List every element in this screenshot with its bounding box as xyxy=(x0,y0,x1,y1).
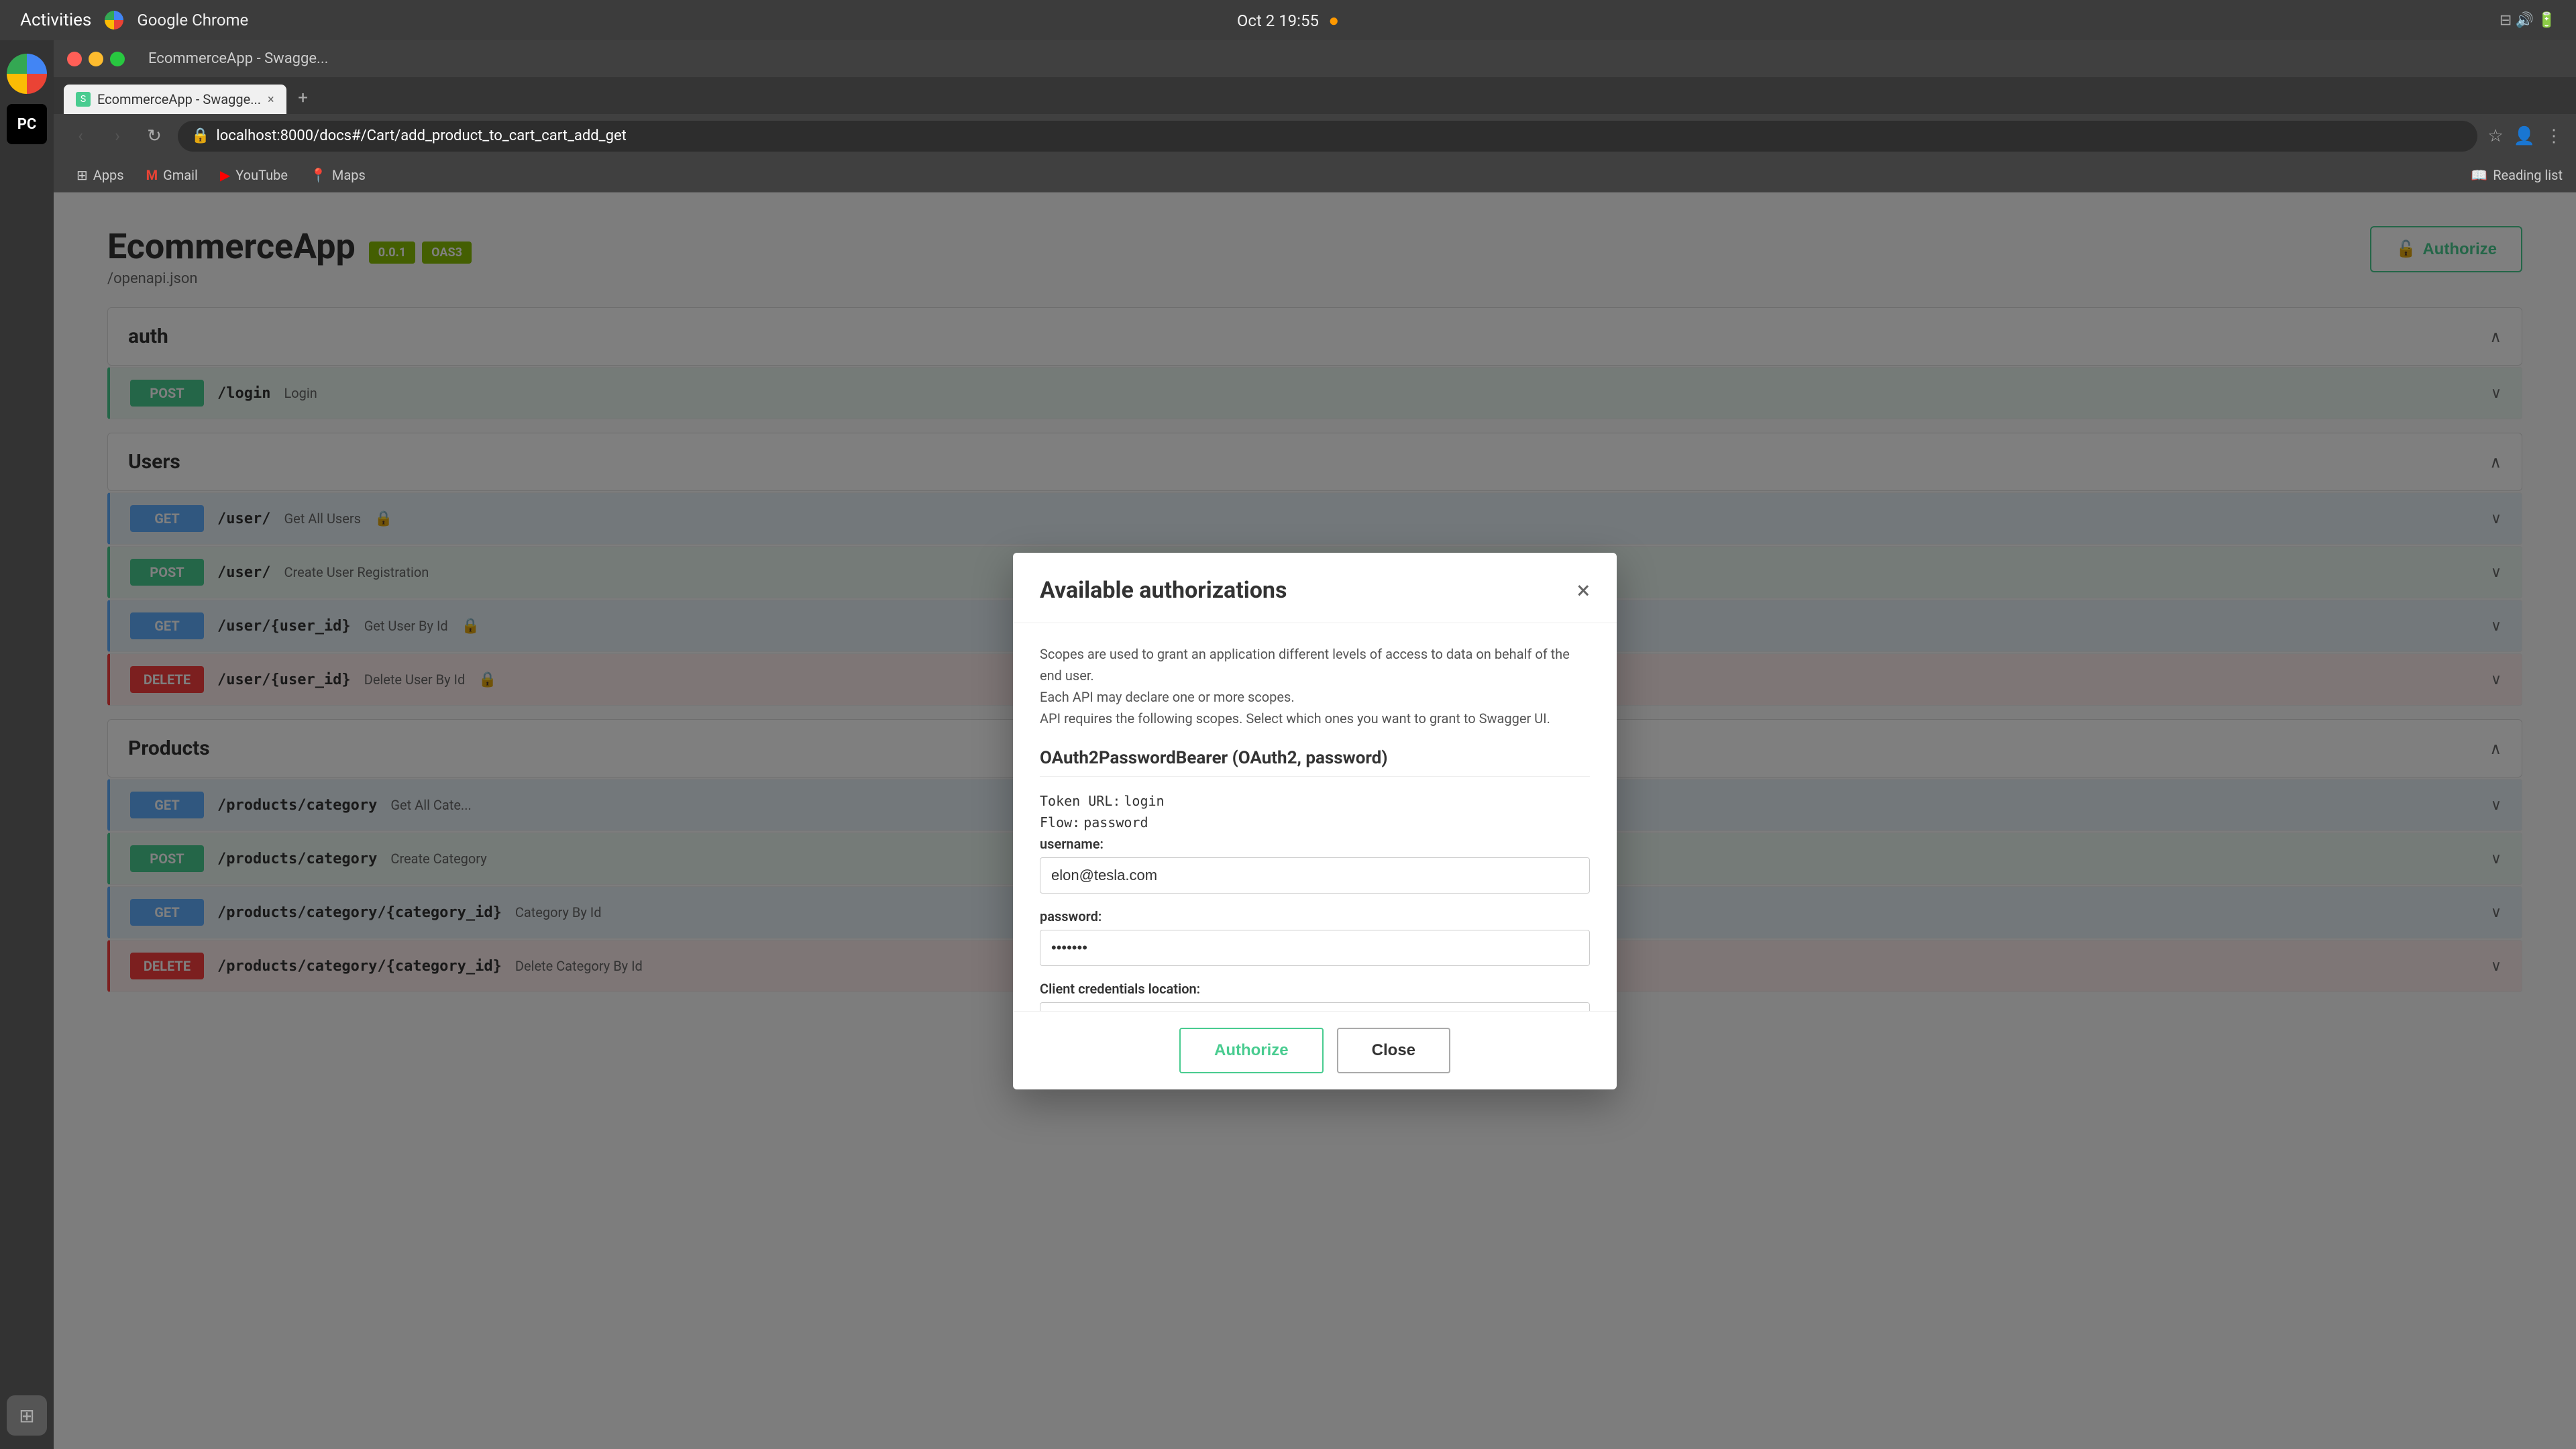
youtube-icon: ▶ xyxy=(220,167,230,183)
reading-list-label: Reading list xyxy=(2493,167,2563,183)
password-row: password: xyxy=(1040,908,1590,966)
dock-grid[interactable]: ⊞ xyxy=(7,1395,47,1436)
browser-titlebar: EcommerceApp - Swagge... xyxy=(54,40,2576,77)
nav-bar: ‹ › ↻ 🔒 localhost:8000/docs#/Cart/add_pr… xyxy=(54,114,2576,158)
bookmark-maps[interactable]: 📍 Maps xyxy=(301,163,375,187)
window-maximize[interactable] xyxy=(110,52,125,66)
new-tab-btn[interactable]: + xyxy=(290,85,317,111)
maps-label: Maps xyxy=(332,167,366,183)
lock-icon: 🔒 xyxy=(191,127,209,144)
reading-list[interactable]: 📖 Reading list xyxy=(2471,167,2563,183)
modal-overlay[interactable]: Available authorizations × Scopes are us… xyxy=(54,193,2576,1449)
sys-tray: ⊟ 🔊 🔋 xyxy=(2500,12,2556,29)
nav-actions: ☆ 👤 ⋮ xyxy=(2487,126,2563,146)
maps-icon: 📍 xyxy=(310,167,327,183)
modal-authorize-btn[interactable]: Authorize xyxy=(1179,1028,1324,1073)
dock-pycharm[interactable]: PC xyxy=(7,104,47,144)
flow-row: Flow: password xyxy=(1040,814,1590,830)
auth-section-title: OAuth2PasswordBearer (OAuth2, password) xyxy=(1040,748,1590,777)
auth-modal: Available authorizations × Scopes are us… xyxy=(1013,553,1617,1089)
apps-label: Apps xyxy=(93,167,124,183)
tab-label: EcommerceApp - Swagge... xyxy=(97,91,261,107)
client-credentials-row: Client credentials location: Authorizati… xyxy=(1040,981,1590,1011)
active-tab[interactable]: S EcommerceApp - Swagge... × xyxy=(64,85,286,114)
address-bar[interactable]: 🔒 localhost:8000/docs#/Cart/add_product_… xyxy=(178,121,2477,152)
bookmark-star-icon[interactable]: ☆ xyxy=(2487,126,2503,146)
modal-desc-line2: Each API may declare one or more scopes. xyxy=(1040,686,1590,708)
password-label: password: xyxy=(1040,908,1590,924)
reading-list-icon: 📖 xyxy=(2471,167,2487,183)
os-topbar: Activities Google Chrome Oct 2 19:55 ● ⊟… xyxy=(0,0,2576,40)
url-text: localhost:8000/docs#/Cart/add_product_to… xyxy=(216,127,626,144)
window-controls xyxy=(67,52,125,66)
tab-close-btn[interactable]: × xyxy=(268,93,274,107)
indicator: ● xyxy=(1328,11,1339,31)
client-credentials-select[interactable]: Authorization header Request body xyxy=(1040,1002,1590,1011)
username-label: username: xyxy=(1040,836,1590,852)
modal-footer: Authorize Close xyxy=(1013,1011,1617,1089)
activities-label[interactable]: Activities xyxy=(20,10,91,30)
page-content: EcommerceApp 0.0.1 OAS3 /openapi.json 🔓 … xyxy=(54,193,2576,1449)
bookmark-gmail[interactable]: M Gmail xyxy=(137,163,207,187)
username-row: username: xyxy=(1040,836,1590,894)
dock: PC ⊞ xyxy=(0,40,54,1449)
modal-header: Available authorizations × xyxy=(1013,553,1617,623)
dock-chrome[interactable] xyxy=(7,54,47,94)
os-app-name: Google Chrome xyxy=(137,11,248,30)
menu-icon[interactable]: ⋮ xyxy=(2545,126,2563,146)
datetime: Oct 2 19:55 xyxy=(1237,11,1319,30)
token-url-value: login xyxy=(1124,793,1164,809)
modal-close-btn[interactable]: × xyxy=(1577,578,1590,602)
window-minimize[interactable] xyxy=(89,52,103,66)
youtube-label: YouTube xyxy=(235,167,288,183)
bookmarks-bar: ⊞ Apps M Gmail ▶ YouTube 📍 Maps 📖 Readin… xyxy=(54,158,2576,193)
flow-value: password xyxy=(1083,814,1148,830)
username-input[interactable] xyxy=(1040,857,1590,894)
token-url-row: Token URL: login xyxy=(1040,793,1590,809)
back-btn[interactable]: ‹ xyxy=(67,123,94,150)
chrome-icon xyxy=(105,11,123,30)
reload-btn[interactable]: ↻ xyxy=(141,123,168,150)
bookmark-youtube[interactable]: ▶ YouTube xyxy=(211,163,297,187)
modal-desc-line1: Scopes are used to grant an application … xyxy=(1040,643,1590,686)
tab-favicon: S xyxy=(76,92,91,107)
modal-close-button[interactable]: Close xyxy=(1337,1028,1450,1073)
modal-description: Scopes are used to grant an application … xyxy=(1040,643,1590,729)
apps-icon: ⊞ xyxy=(76,167,88,183)
password-input[interactable] xyxy=(1040,930,1590,966)
forward-btn[interactable]: › xyxy=(104,123,131,150)
gmail-icon: M xyxy=(146,167,158,183)
browser: EcommerceApp - Swagge... S EcommerceApp … xyxy=(54,40,2576,1449)
profile-icon[interactable]: 👤 xyxy=(2514,126,2535,146)
browser-title: EcommerceApp - Swagge... xyxy=(148,50,328,67)
modal-title: Available authorizations xyxy=(1040,577,1287,604)
client-credentials-label: Client credentials location: xyxy=(1040,981,1590,997)
bookmark-apps[interactable]: ⊞ Apps xyxy=(67,163,133,187)
modal-body: Scopes are used to grant an application … xyxy=(1013,623,1617,1011)
tab-bar: S EcommerceApp - Swagge... × + xyxy=(54,77,2576,114)
flow-label: Flow: xyxy=(1040,814,1080,830)
window-close[interactable] xyxy=(67,52,82,66)
modal-desc-line3: API requires the following scopes. Selec… xyxy=(1040,708,1590,729)
token-url-label: Token URL: xyxy=(1040,793,1120,809)
gmail-label: Gmail xyxy=(163,167,198,183)
